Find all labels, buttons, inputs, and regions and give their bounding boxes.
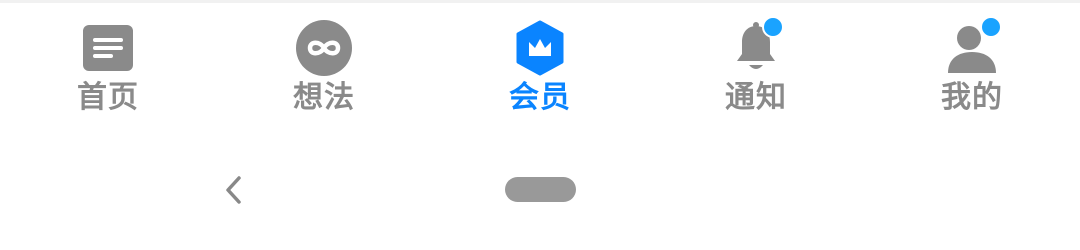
tab-ideas-label: 想法 bbox=[293, 80, 355, 115]
tab-home-label: 首页 bbox=[77, 80, 139, 115]
tab-notifications-label: 通知 bbox=[725, 80, 787, 115]
bottom-tab-bar: 首页 想法 会员 通知 我的 bbox=[0, 0, 1080, 128]
tab-membership[interactable]: 会员 bbox=[432, 18, 648, 128]
person-icon bbox=[942, 16, 1002, 78]
tab-membership-label: 会员 bbox=[509, 80, 571, 115]
notification-badge bbox=[762, 16, 784, 38]
chevron-left-icon[interactable] bbox=[214, 170, 254, 210]
crown-icon bbox=[510, 18, 570, 78]
system-navigation-bar bbox=[0, 150, 1080, 230]
bell-icon bbox=[726, 16, 786, 78]
tab-profile[interactable]: 我的 bbox=[864, 16, 1080, 128]
infinity-icon bbox=[294, 18, 354, 78]
home-pill-icon[interactable] bbox=[505, 177, 576, 202]
tab-ideas[interactable]: 想法 bbox=[216, 18, 432, 128]
tab-notifications[interactable]: 通知 bbox=[648, 16, 864, 128]
article-icon bbox=[78, 18, 138, 78]
tab-profile-label: 我的 bbox=[941, 80, 1003, 115]
profile-badge bbox=[980, 16, 1002, 38]
tab-home[interactable]: 首页 bbox=[0, 18, 216, 128]
